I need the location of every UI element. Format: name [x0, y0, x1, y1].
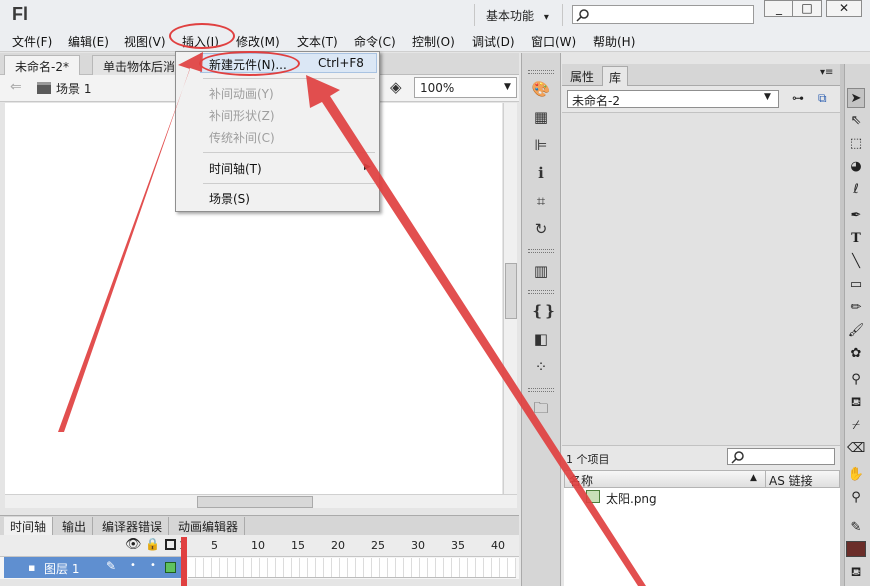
annotation-arrows — [58, 52, 646, 586]
annotation-arrow-right — [306, 75, 646, 586]
annotation-arrow-left — [58, 52, 203, 432]
